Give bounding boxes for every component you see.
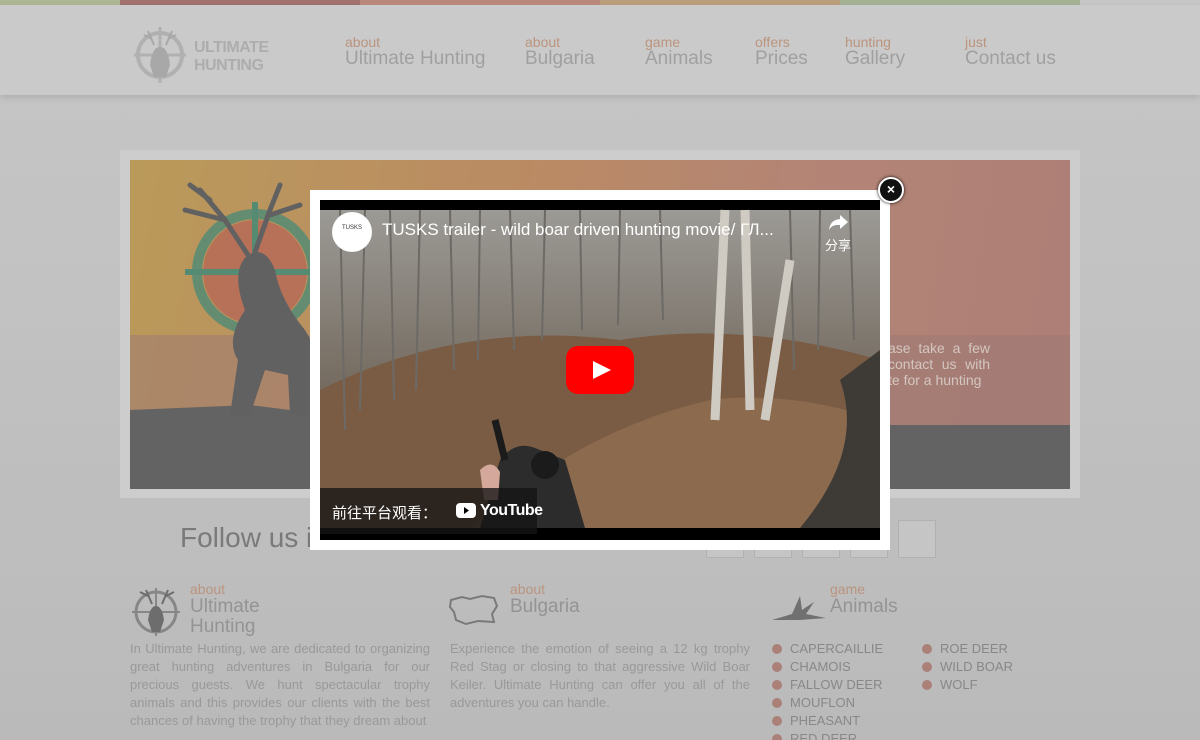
watch-on-youtube-button[interactable]: 前往平台观看： YouTube bbox=[320, 488, 543, 534]
watch-on-label: 前往平台观看： bbox=[332, 505, 438, 522]
close-icon: × bbox=[886, 181, 896, 197]
video-title[interactable]: TUSKS trailer - wild boar driven hunting… bbox=[382, 220, 774, 240]
share-label: 分享 bbox=[824, 238, 851, 253]
share-icon bbox=[829, 215, 848, 230]
play-button[interactable] bbox=[566, 346, 634, 394]
youtube-video-player[interactable]: TUSKS TUSKS trailer - wild boar driven h… bbox=[320, 200, 880, 540]
video-lightbox: TUSKS TUSKS trailer - wild boar driven h… bbox=[310, 190, 890, 550]
youtube-logo-icon bbox=[456, 503, 476, 518]
play-icon bbox=[593, 361, 611, 379]
channel-logo-text: TUSKS bbox=[341, 225, 362, 231]
channel-avatar[interactable]: TUSKS bbox=[332, 212, 372, 252]
youtube-wordmark: YouTube bbox=[480, 502, 543, 519]
share-button[interactable]: 分享 bbox=[818, 210, 858, 253]
close-lightbox-button[interactable]: × bbox=[878, 177, 904, 203]
